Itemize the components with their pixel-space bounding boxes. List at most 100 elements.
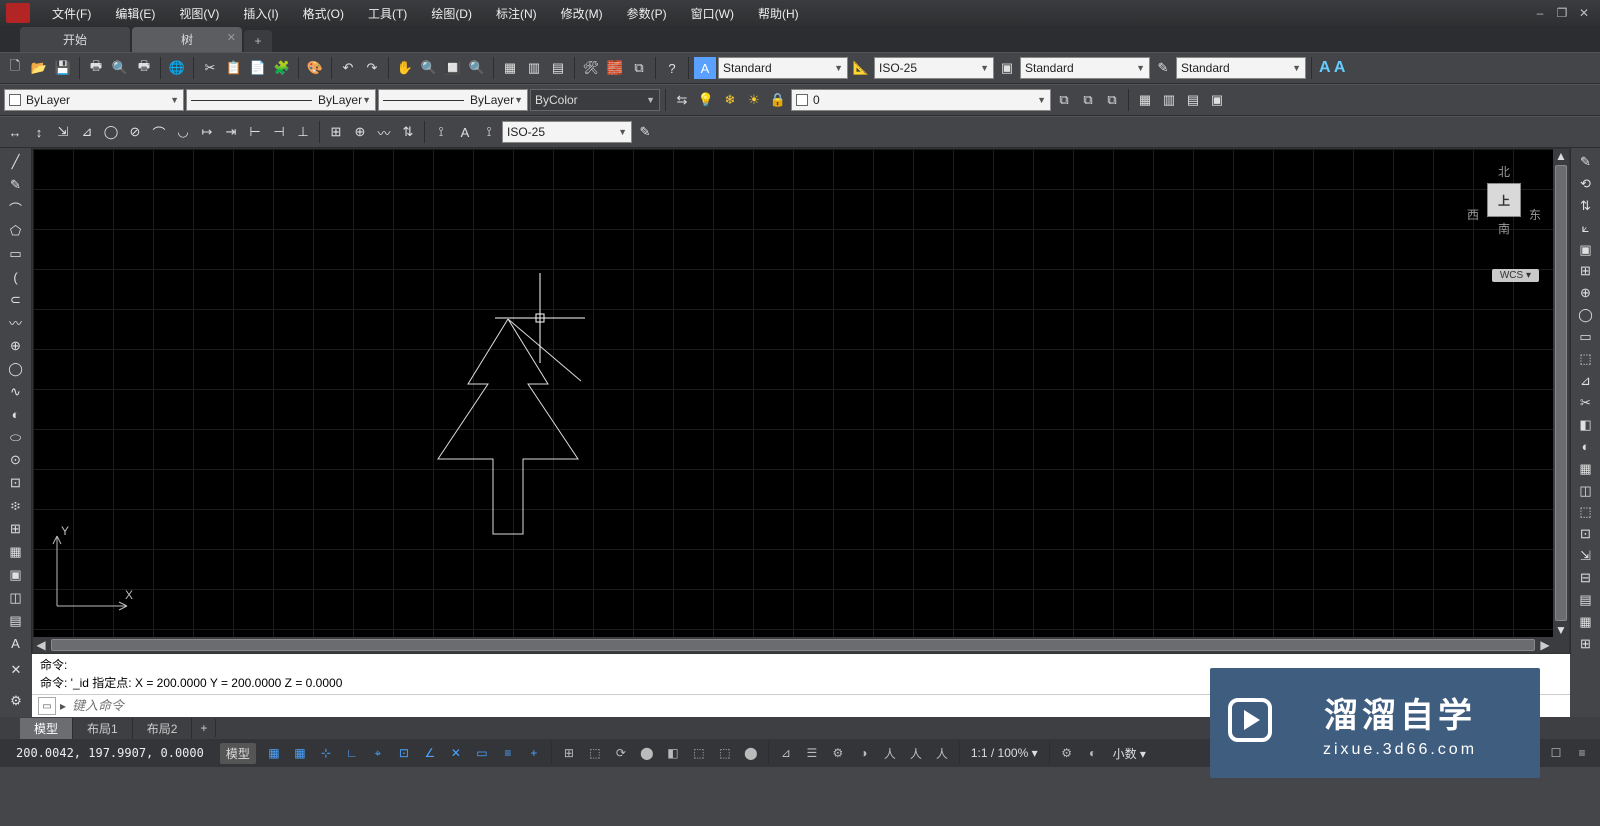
menu-modify[interactable]: 修改(M)	[549, 5, 615, 22]
layer-prev-icon[interactable]: ⧉	[1077, 89, 1099, 111]
dim-edit-icon[interactable]: ⇅	[397, 121, 419, 143]
menu-param[interactable]: 参数(P)	[615, 5, 679, 22]
status-right-2-icon[interactable]: ⛶	[1466, 742, 1490, 764]
file-tab-start[interactable]: 开始	[20, 27, 130, 52]
modify-tool-15-icon[interactable]: ◫	[1575, 481, 1597, 501]
status-toggle-1-icon[interactable]: ▦	[288, 742, 312, 764]
match-icon[interactable]: 🧩	[271, 57, 293, 79]
modify-tool-8-icon[interactable]: ▭	[1575, 327, 1597, 347]
draw-tool-19-icon[interactable]: ◫	[4, 587, 28, 608]
new-icon[interactable]: 🗋	[4, 57, 26, 79]
draw-tool-12-icon[interactable]: ⬭	[4, 427, 28, 448]
modify-tool-4-icon[interactable]: ▣	[1575, 240, 1597, 260]
props-icon[interactable]: ▦	[499, 57, 521, 79]
file-tab-new[interactable]: +	[244, 30, 272, 52]
print-icon[interactable]: 🖶	[85, 57, 107, 79]
status-nav-5-icon[interactable]: 人	[904, 742, 928, 764]
modify-tool-12-icon[interactable]: ◧	[1575, 415, 1597, 435]
viewport4-icon[interactable]: ▣	[1206, 89, 1228, 111]
color-combo[interactable]: ByLayer▼	[4, 89, 184, 111]
status-right-5-icon[interactable]: ☐	[1544, 742, 1568, 764]
bulb-icon[interactable]: 💡	[695, 89, 717, 111]
menu-format[interactable]: 格式(O)	[291, 5, 356, 22]
status-toggle-10-icon[interactable]: +	[522, 742, 546, 764]
dim-jog-icon[interactable]: ◡	[172, 121, 194, 143]
modify-tool-19-icon[interactable]: ⊟	[1575, 568, 1597, 588]
dim-baseline-icon[interactable]: ↦	[196, 121, 218, 143]
modify-tool-10-icon[interactable]: ⊿	[1575, 371, 1597, 391]
dim-radius-icon[interactable]: ◯	[100, 121, 122, 143]
viewport1-icon[interactable]: ▦	[1134, 89, 1156, 111]
draw-tool-15-icon[interactable]: ፨	[4, 496, 28, 517]
modify-tool-20-icon[interactable]: ▤	[1575, 590, 1597, 610]
brush-icon[interactable]: 🎨	[304, 57, 326, 79]
viewcube-top[interactable]: 上	[1487, 183, 1521, 217]
modify-tool-11-icon[interactable]: ✂	[1575, 393, 1597, 413]
modify-tool-14-icon[interactable]: ▦	[1575, 459, 1597, 479]
textstyle-icon[interactable]: A	[694, 57, 716, 79]
anno-vis-icon[interactable]: ◐	[1081, 742, 1105, 764]
status-vis-3-icon[interactable]: ⬤	[635, 742, 659, 764]
undo-icon[interactable]: ↶	[337, 57, 359, 79]
text-style-combo[interactable]: Standard▼	[718, 57, 848, 79]
menu-view[interactable]: 视图(V)	[167, 5, 231, 22]
draw-tool-8-icon[interactable]: ⊕	[4, 335, 28, 356]
tool-palette-icon[interactable]: ▤	[547, 57, 569, 79]
draw-tool-2-icon[interactable]: ⌒	[4, 198, 28, 219]
plotstyle-combo[interactable]: ByColor▼	[530, 89, 660, 111]
status-nav-3-icon[interactable]: ◑	[852, 742, 876, 764]
status-right-6-icon[interactable]: ≡	[1570, 742, 1594, 764]
dim-diameter-icon[interactable]: ⊘	[124, 121, 146, 143]
viewcube-e[interactable]: 东	[1529, 206, 1541, 223]
layer-iso-icon[interactable]: ⧉	[1101, 89, 1123, 111]
layout-tab-add[interactable]: +	[192, 719, 216, 737]
status-toggle-3-icon[interactable]: ∟	[340, 742, 364, 764]
dim-space-icon[interactable]: ⊢	[244, 121, 266, 143]
dim-ordinate-icon[interactable]: ⊿	[76, 121, 98, 143]
status-nav-2-icon[interactable]: ⚙	[826, 742, 850, 764]
viewcube-n[interactable]: 北	[1469, 163, 1539, 180]
web-icon[interactable]: 🌐	[166, 57, 188, 79]
modify-tool-17-icon[interactable]: ⊡	[1575, 524, 1597, 544]
cmd-opt1-icon[interactable]: ✕	[5, 659, 27, 681]
layout-tab-2[interactable]: 布局2	[133, 718, 193, 739]
draw-tool-10-icon[interactable]: ∿	[4, 381, 28, 402]
cmd-prompt-icon[interactable]: ▭	[38, 697, 56, 715]
draw-tool-21-icon[interactable]: A	[4, 633, 28, 654]
draw-tool-5-icon[interactable]: (	[4, 267, 28, 288]
draw-tool-18-icon[interactable]: ▣	[4, 565, 28, 586]
modify-tool-22-icon[interactable]: ⊞	[1575, 634, 1597, 654]
dim-style-combo-2[interactable]: ISO-25▼	[502, 121, 632, 143]
zoom-prev-icon[interactable]: 🔍	[466, 57, 488, 79]
layer-state-icon[interactable]: ⧉	[1053, 89, 1075, 111]
dim-textedit-icon[interactable]: A	[454, 121, 476, 143]
mleaderstyle-icon[interactable]: ✎	[1152, 57, 1174, 79]
open-icon[interactable]: 📂	[28, 57, 50, 79]
status-vis-2-icon[interactable]: ⟳	[609, 742, 633, 764]
lock-icon[interactable]: 🔒	[767, 89, 789, 111]
viewport2-icon[interactable]: ▥	[1158, 89, 1180, 111]
pan-icon[interactable]: ✋	[394, 57, 416, 79]
view-cube[interactable]: 北 西 上 东 南	[1469, 163, 1539, 237]
annotation-icon[interactable]: A A	[1317, 59, 1347, 77]
menu-insert[interactable]: 插入(I)	[231, 5, 290, 22]
draw-tool-0-icon[interactable]: ╱	[4, 152, 28, 173]
print-preview-icon[interactable]: 🔍	[109, 57, 131, 79]
draw-tool-4-icon[interactable]: ▭	[4, 244, 28, 265]
menu-help[interactable]: 帮助(H)	[746, 5, 811, 22]
wcs-button[interactable]: WCS ▾	[1492, 269, 1539, 282]
viewcube-w[interactable]: 西	[1467, 206, 1479, 223]
status-toggle-7-icon[interactable]: ✕	[444, 742, 468, 764]
model-indicator[interactable]: 模型	[220, 743, 256, 764]
view-scale[interactable]: 1:1 / 100% ▾	[965, 746, 1044, 760]
menu-edit[interactable]: 编辑(E)	[103, 5, 167, 22]
sheet-icon[interactable]: ▥	[523, 57, 545, 79]
dim-arc-icon[interactable]: ⇲	[52, 121, 74, 143]
draw-tool-11-icon[interactable]: ◐	[4, 404, 28, 425]
status-toggle-0-icon[interactable]: ▦	[262, 742, 286, 764]
dim-inspect-icon[interactable]: ⊕	[349, 121, 371, 143]
draw-tool-14-icon[interactable]: ⊡	[4, 473, 28, 494]
mleader-style-combo[interactable]: Standard▼	[1176, 57, 1306, 79]
dim-update-icon[interactable]: ⟟	[478, 121, 500, 143]
horizontal-scrollbar[interactable]: ◀▶	[33, 637, 1553, 653]
